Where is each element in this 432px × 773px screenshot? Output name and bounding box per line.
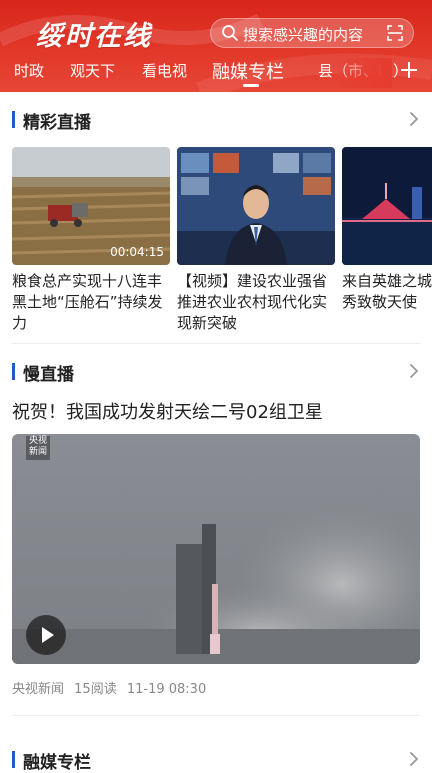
play-icon — [42, 627, 54, 643]
section-divider — [12, 343, 420, 344]
section-title-media-column: 融媒专栏 — [23, 753, 91, 773]
video-player[interactable] — [12, 434, 420, 664]
meta-time: 11-19 08:30 — [126, 682, 207, 697]
app-header: 绥时在线 搜索感兴趣的内容 时政 观天下 看电视 融媒专栏 县（市、区） — [0, 0, 432, 92]
meta-source: 央视新闻 — [12, 682, 65, 697]
card-thumbnail: 00:04:15 — [12, 147, 170, 265]
section-title-slow-live: 慢直播 — [23, 365, 74, 385]
section-accent-bar — [12, 111, 15, 128]
section-header-slow-live[interactable]: 慢直播 — [12, 360, 420, 385]
tab-fade — [330, 58, 392, 88]
cctv-news-badge: 央视新闻 — [26, 436, 50, 460]
search-placeholder: 搜索感兴趣的内容 — [243, 26, 364, 44]
rocket-launch-image — [12, 434, 420, 664]
card-thumbnail — [177, 147, 335, 265]
add-channel-icon[interactable] — [399, 60, 419, 80]
tab-shizheng[interactable]: 时政 — [14, 60, 44, 81]
city-lights-image — [342, 147, 432, 265]
scan-icon[interactable] — [387, 25, 403, 41]
section-accent-bar — [12, 751, 15, 768]
tab-rongmei[interactable]: 融媒专栏 — [212, 58, 284, 84]
tab-kandianshi[interactable]: 看电视 — [142, 60, 187, 81]
card-title: 来自英雄之城 武汉灯光秀致敬天使 — [342, 272, 432, 311]
chevron-right-icon[interactable] — [408, 110, 420, 128]
live-card-list: 00:04:15 粮食总产实现十八连丰 黑土地“压舱石”持续发力 【视频】建设农… — [12, 147, 432, 337]
app-logo: 绥时在线 — [36, 21, 152, 52]
section-title-live: 精彩直播 — [23, 113, 91, 133]
section-header-live[interactable]: 精彩直播 — [12, 108, 420, 133]
chevron-right-icon[interactable] — [408, 362, 420, 380]
tab-guantianxia[interactable]: 观天下 — [70, 60, 115, 81]
video-duration: 00:04:15 — [110, 245, 164, 259]
chevron-right-icon[interactable] — [408, 750, 420, 768]
section-accent-bar — [12, 363, 15, 380]
card-thumbnail — [342, 147, 432, 265]
news-anchor-image — [177, 147, 335, 265]
card-title: 粮食总产实现十八连丰 黑土地“压舱石”持续发力 — [12, 272, 163, 332]
section-header-media-column[interactable]: 融媒专栏 — [12, 748, 420, 773]
article-meta: 央视新闻 15阅读 11-19 08:30 — [12, 678, 206, 697]
card-title: 【视频】建设农业强省 推进农业农村现代化实现新突破 — [177, 272, 328, 332]
slow-live-headline[interactable]: 祝贺！我国成功发射天绘二号02组卫星 — [12, 398, 323, 424]
search-bar[interactable]: 搜索感兴趣的内容 — [210, 18, 414, 48]
play-button[interactable] — [26, 615, 66, 655]
meta-reads: 15阅读 — [74, 682, 117, 697]
active-tab-indicator — [243, 84, 259, 87]
section-divider — [12, 715, 420, 716]
search-icon — [222, 25, 238, 41]
